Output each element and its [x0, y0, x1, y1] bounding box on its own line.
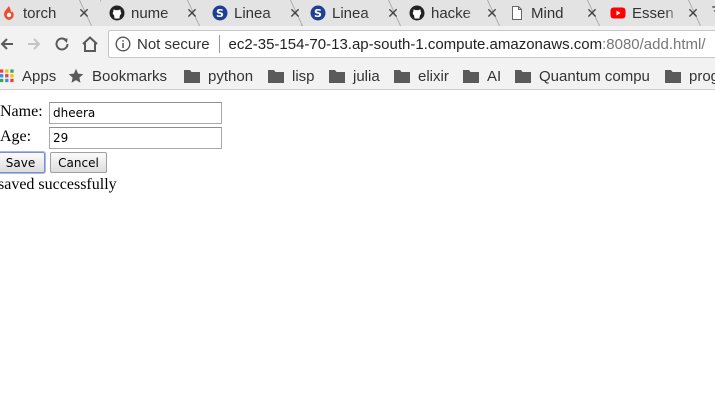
tab-strip: torch ✕ nume ✕ S Linea ✕ S Linea ✕ hacke… — [0, 0, 715, 26]
folder-icon — [515, 70, 531, 83]
page-icon — [512, 6, 522, 20]
bookmark-folder-python[interactable]: python — [184, 62, 254, 89]
cancel-button[interactable]: Cancel — [50, 152, 107, 173]
star-icon — [68, 68, 84, 83]
age-field[interactable] — [49, 127, 222, 149]
home-icon — [82, 36, 98, 52]
browser-tab[interactable]: nume ✕ — [100, 0, 204, 26]
tab-title: torch — [23, 4, 57, 22]
name-field[interactable] — [49, 102, 222, 124]
bookmark-label: AI — [487, 67, 502, 85]
bookmark-folder-julia[interactable]: julia — [329, 62, 380, 89]
bookmark-label: Apps — [22, 67, 57, 85]
bookmark-label: Quantum compu — [539, 67, 650, 85]
bookmark-label: python — [208, 67, 254, 85]
url-text[interactable]: ec2-35-154-70-13.ap-south-1.compute.amaz… — [229, 36, 706, 53]
folder-icon — [184, 70, 200, 83]
bookmark-folder-ai[interactable]: AI — [463, 62, 502, 89]
tab-title: Linea — [234, 4, 271, 22]
apps-grid-icon — [0, 69, 14, 83]
folder-icon — [463, 70, 479, 83]
reload-icon — [55, 37, 69, 51]
bookmark-folder-quantum[interactable]: Quantum compu — [515, 62, 653, 89]
close-icon[interactable]: ✕ — [288, 6, 302, 20]
status-message: saved successfully — [0, 176, 117, 193]
back-arrow-icon — [0, 38, 13, 50]
name-row: Name: — [0, 101, 43, 123]
url-host: ec2-35-154-70-13.ap-south-1.compute.amaz… — [228, 35, 603, 53]
bookmark-label: Bookmarks — [92, 67, 168, 85]
home-button[interactable] — [80, 34, 100, 54]
bookmark-label: julia — [353, 67, 380, 85]
bookmark-apps[interactable]: Apps — [0, 62, 57, 89]
age-row: Age: — [0, 126, 31, 148]
age-label: Age: — [0, 128, 32, 145]
divider — [218, 35, 220, 53]
info-icon[interactable] — [115, 36, 131, 52]
url-path: :8080/add.html/ — [602, 35, 706, 53]
svg-text:S: S — [216, 7, 224, 20]
save-button[interactable]: Save — [0, 152, 45, 173]
forward-button[interactable] — [24, 34, 44, 54]
bookmark-folder-prog[interactable]: prog — [665, 62, 715, 89]
security-label[interactable]: Not secure — [137, 36, 210, 53]
bookmark-bookmarks[interactable]: Bookmarks — [68, 62, 168, 89]
folder-icon — [268, 70, 284, 83]
tab-title: Essen — [632, 4, 674, 22]
folder-icon — [394, 70, 410, 83]
page-content: Name: Age: Save Cancel saved successfull… — [0, 91, 715, 418]
close-icon[interactable]: ✕ — [77, 6, 91, 20]
bookmark-label: prog — [689, 67, 715, 85]
tab-title: nume — [131, 4, 169, 22]
close-icon[interactable]: ✕ — [185, 6, 199, 20]
bookmark-label: lisp — [292, 67, 315, 85]
folder-icon — [665, 70, 681, 83]
fire-icon — [4, 6, 14, 20]
bookmarks-bar: Apps Bookmarks python lisp julia elixir … — [0, 62, 715, 90]
github-icon — [109, 5, 125, 21]
bookmark-label: elixir — [418, 67, 449, 85]
tab-title: hacke — [431, 4, 472, 22]
browser-tab[interactable]: torch ✕ — [0, 0, 96, 26]
name-label: Name: — [0, 103, 43, 120]
youtube-icon — [610, 7, 626, 19]
close-icon[interactable]: ✕ — [686, 6, 700, 20]
bookmark-folder-lisp[interactable]: lisp — [268, 62, 315, 89]
tab-title: Mind — [531, 4, 564, 22]
browser-toolbar: Not secure ec2-35-154-70-13.ap-south-1.c… — [0, 26, 715, 62]
s-logo-icon: S — [212, 5, 228, 21]
tab-title: Linea — [332, 4, 369, 22]
reload-button[interactable] — [52, 34, 72, 54]
bookmark-folder-elixir[interactable]: elixir — [394, 62, 449, 89]
close-icon[interactable]: ✕ — [485, 6, 499, 20]
forward-arrow-icon — [28, 38, 41, 50]
close-icon[interactable]: ✕ — [585, 6, 599, 20]
back-button[interactable] — [0, 34, 17, 54]
folder-icon — [329, 70, 345, 83]
github-icon — [409, 5, 425, 21]
s-logo-icon: S — [310, 5, 326, 21]
address-bar[interactable]: Not secure ec2-35-154-70-13.ap-south-1.c… — [108, 30, 715, 58]
close-icon[interactable]: ✕ — [386, 6, 400, 20]
svg-text:S: S — [314, 7, 322, 20]
